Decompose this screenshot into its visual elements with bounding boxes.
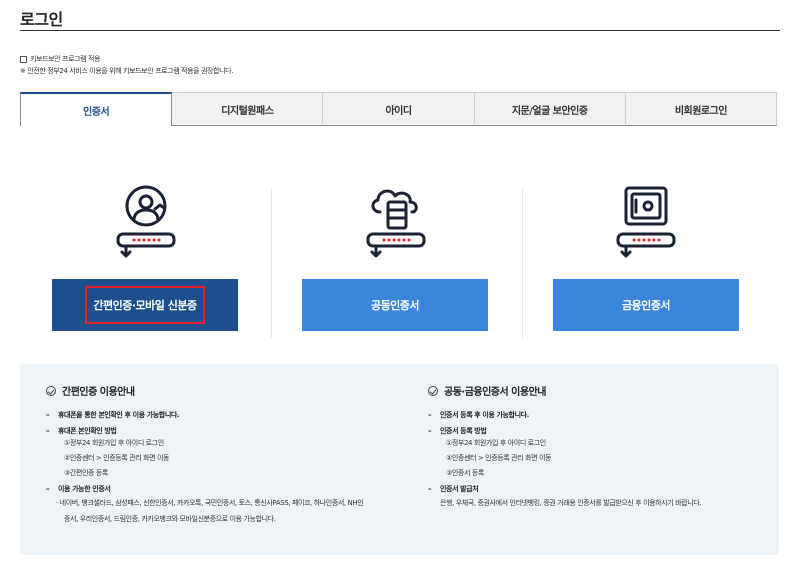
guide-line: 은행, 우체국, 증권사에서 인터넷뱅킹, 증권 거래용 인증서를 발급받으신 …	[440, 499, 702, 507]
column-divider	[522, 188, 523, 338]
tab-digital-onepass[interactable]: 디지털원패스	[172, 92, 324, 126]
tab-id[interactable]: 아이디	[323, 92, 475, 126]
column-divider	[271, 188, 272, 338]
guide-line: – 이용 가능한 인증서	[46, 485, 111, 493]
guide-line: ②인증센터 > 인증등록 관리 화면 이동	[64, 454, 170, 462]
guide-line: – 인증서 등록 후 이용 가능합니다.	[428, 411, 529, 419]
joint-certificate-guide-title: 공동·금융인증서 이용안내	[428, 383, 701, 398]
joint-certificate-button[interactable]: 공동인증서	[302, 279, 488, 331]
login-tabs: 인증서 디지털원패스 아이디 지문/얼굴 보안인증 비회원로그인	[20, 92, 778, 126]
tab-certificate[interactable]: 인증서	[20, 92, 173, 126]
guide-line: 증서, 우리인증서, 드림인증, 카카오뱅크와 모바일신분증으로 이용 가능합니…	[64, 515, 276, 523]
usage-guide-panel: 간편인증 이용안내 – 휴대폰을 통한 본인확인 후 이용 가능합니다. – 휴대폰…	[20, 364, 779, 555]
cloud-server-card-icon	[366, 189, 426, 258]
guide-line: ③간편인증 등록	[64, 469, 108, 477]
keyboard-security-label: 키보드보안 프로그램 적용	[30, 55, 101, 63]
guide-line: – 휴대폰 본인확인 방법	[46, 427, 117, 435]
simple-auth-label: 간편인증·모바일 신분증	[93, 299, 197, 312]
simple-auth-guide: 간편인증 이용안내 – 휴대폰을 통한 본인확인 후 이용 가능합니다. – 휴대폰…	[46, 364, 364, 524]
keyboard-security-note: ※ 안전한 정부24 서비스 이용을 위해 키보드보안 프로그램 적용을 권장합…	[20, 67, 234, 75]
keyboard-security-toggle[interactable]: 키보드보안 프로그램 적용	[20, 54, 100, 64]
simple-auth-highlight: 간편인증·모바일 신분증	[85, 286, 205, 324]
page-title: 로그인	[20, 10, 63, 29]
guide-line: ①정부24 회원가입 후 아이디 로그인	[446, 439, 546, 447]
simple-auth-button[interactable]: 간편인증·모바일 신분증	[52, 279, 238, 331]
keyboard-security-checkbox[interactable]	[20, 55, 27, 63]
guide-line: ③인증서 등록	[446, 469, 484, 477]
guide-line: ①정부24 회원가입 후 아이디 로그인	[64, 439, 164, 447]
guide-line: – 인증서 발급처	[428, 485, 479, 493]
check-circle-icon	[428, 385, 438, 396]
guide-line: ②인증센터 > 인증등록 관리 화면 이동	[446, 454, 552, 462]
tab-biometric[interactable]: 지문/얼굴 보안인증	[474, 92, 626, 126]
person-card-icon	[116, 185, 176, 258]
title-rule	[20, 30, 780, 31]
safe-card-icon	[616, 186, 676, 258]
simple-auth-guide-title: 간편인증 이용안내	[46, 383, 363, 398]
guide-line: – 휴대폰을 통한 본인확인 후 이용 가능합니다.	[46, 411, 180, 419]
guide-line: · 네이버, 뱅크샐러드, 삼성패스, 신한인증서, 카카오톡, 국민인증서, …	[56, 499, 364, 507]
joint-certificate-guide: 공동·금융인증서 이용안내 – 인증서 등록 후 이용 가능합니다. – 인증서 등…	[428, 364, 702, 508]
tab-non-member[interactable]: 비회원로그인	[625, 92, 778, 126]
guide-line: – 인증서 등록 방법	[428, 427, 487, 435]
check-circle-icon	[46, 385, 56, 396]
financial-certificate-button[interactable]: 금융인증서	[553, 279, 739, 331]
